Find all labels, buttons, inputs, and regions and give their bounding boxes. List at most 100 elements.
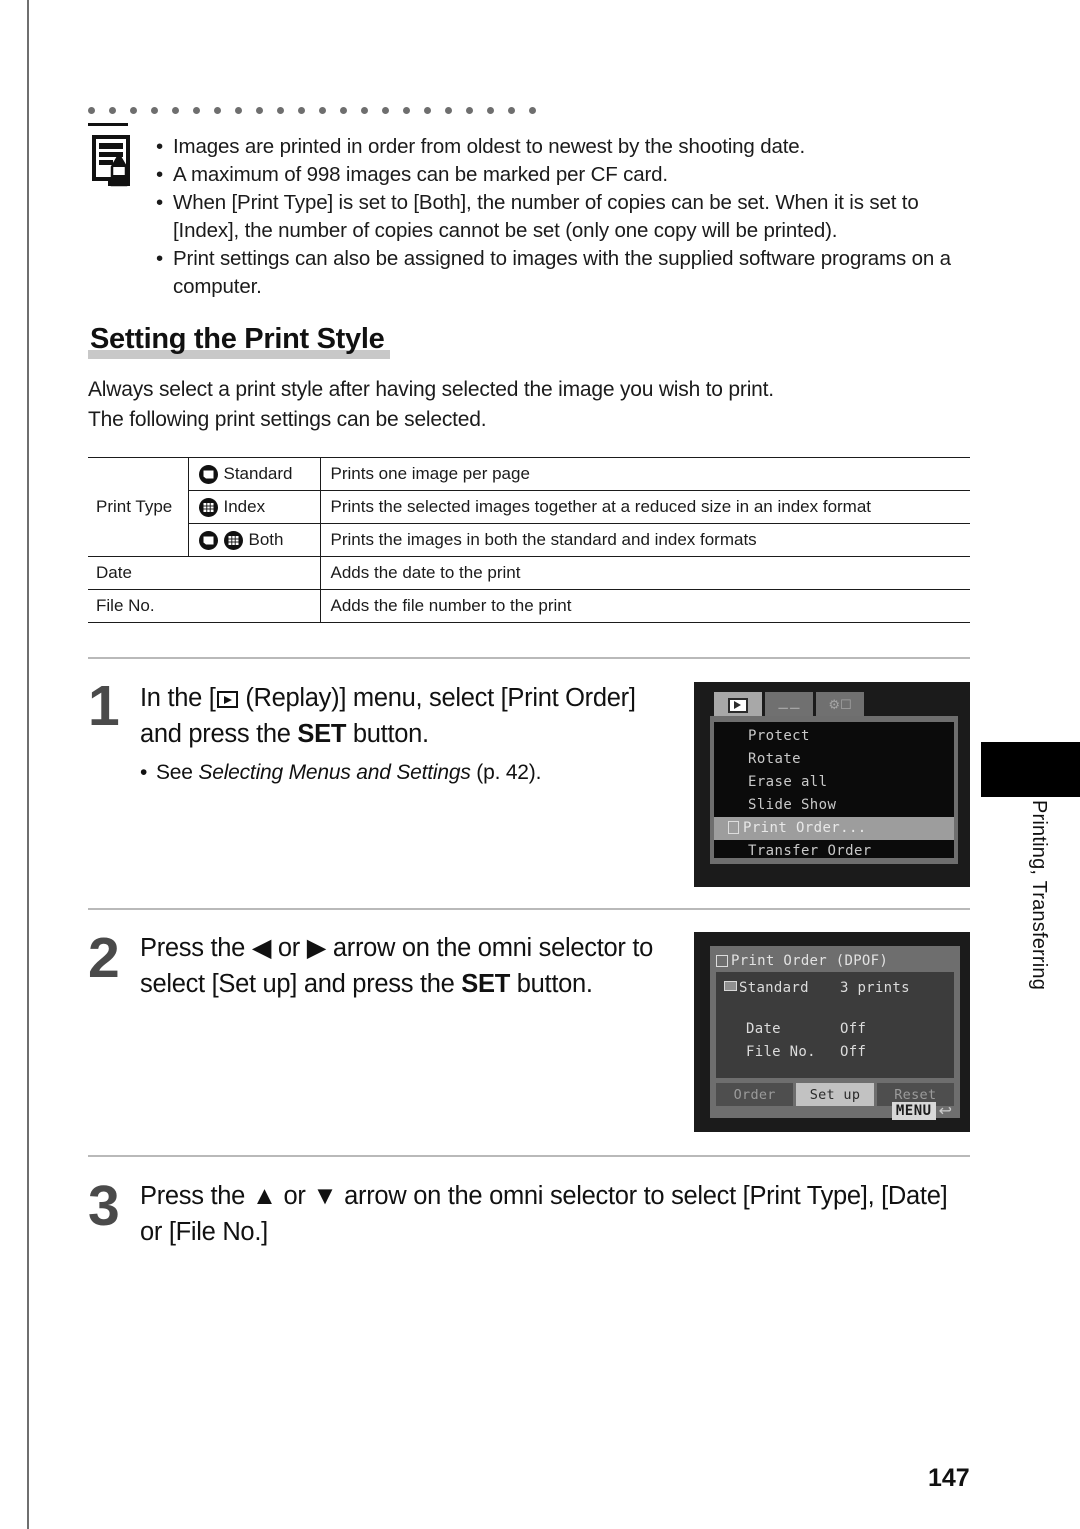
step2-text-d: button. bbox=[509, 970, 593, 998]
intro-line-1: Always select a print style after having… bbox=[88, 378, 774, 401]
dpof-spacer bbox=[720, 1000, 950, 1018]
description-cell: Adds the file number to the print bbox=[320, 589, 970, 623]
substep-page-ref: (p. 42). bbox=[470, 761, 542, 784]
menu-tab-tools[interactable]: ⚊⚊ bbox=[765, 692, 813, 718]
substep-see: See bbox=[156, 761, 199, 784]
dpof-body: Standard 3 prints Date Off File No. Off bbox=[716, 972, 954, 1078]
return-arrow-icon: ↩ bbox=[938, 1101, 952, 1120]
bullet-glyph: • bbox=[156, 191, 164, 214]
dpof-title-text: Print Order (DPOF) bbox=[731, 953, 889, 969]
step2-text-a: Press the bbox=[140, 934, 252, 962]
dpof-title: Print Order (DPOF) bbox=[716, 951, 954, 972]
description-cell: Prints the selected images together at a… bbox=[320, 490, 970, 524]
note-item-text: Print settings can also be assigned to i… bbox=[173, 247, 951, 298]
table-row: File No. Adds the file number to the pri… bbox=[88, 589, 970, 623]
table-row: Both Prints the images in both the stand… bbox=[88, 523, 970, 557]
option-cell-both: Both bbox=[188, 523, 321, 557]
lcd-print-order-screenshot: Print Order (DPOF) Standard 3 prints Dat… bbox=[694, 932, 970, 1132]
step1-text-before: In the [ bbox=[140, 684, 216, 712]
document-icon bbox=[728, 821, 739, 834]
standard-print-icon bbox=[198, 530, 218, 550]
intro-line-2: The following print settings can be sele… bbox=[88, 408, 487, 431]
dpof-key-label: Standard bbox=[739, 980, 809, 996]
step2-text-b: or bbox=[271, 934, 307, 962]
step3-text-b: or bbox=[276, 1182, 313, 1210]
print-type-label: Print Type bbox=[96, 497, 173, 516]
step-1-substep: • See Selecting Menus and Settings (p. 42… bbox=[140, 758, 660, 788]
step-1-instruction: In the [ (Replay)] menu, select [Print O… bbox=[140, 680, 660, 788]
menu-panel: Protect Rotate Erase all Slide Show Prin… bbox=[710, 716, 958, 864]
dpof-row-date[interactable]: Date Off bbox=[720, 1018, 950, 1041]
arrow-up-icon: ▲ bbox=[251, 1182, 277, 1210]
menu-tab-setup[interactable]: ⚙☐ bbox=[816, 692, 864, 718]
setup-icon: ⚙☐ bbox=[828, 697, 852, 713]
print-type-label-cell: Print Type bbox=[88, 457, 189, 557]
arrow-left-icon: ◀ bbox=[251, 934, 272, 962]
bullet-glyph: • bbox=[140, 761, 148, 784]
standard-print-icon bbox=[724, 981, 737, 991]
menu-button-chip[interactable]: MENU bbox=[891, 1102, 936, 1120]
set-button-label: SET bbox=[297, 720, 347, 748]
dpof-setup-button[interactable]: Set up bbox=[796, 1083, 874, 1106]
side-tab-marker bbox=[981, 742, 1080, 797]
set-button-label: SET bbox=[461, 970, 510, 998]
menu-item-erase-all[interactable]: Erase all bbox=[714, 771, 954, 794]
standard-print-icon bbox=[198, 464, 218, 484]
description-cell: Prints the images in both the standard a… bbox=[320, 523, 970, 557]
option-label: Both bbox=[248, 530, 284, 549]
note-item: • Print settings can also be assigned to… bbox=[153, 245, 975, 301]
dpof-panel: Print Order (DPOF) Standard 3 prints Dat… bbox=[710, 946, 960, 1118]
page-number: 147 bbox=[928, 1464, 970, 1492]
step1-text-end: button. bbox=[346, 720, 429, 748]
step3-text-a: Press the bbox=[140, 1182, 252, 1210]
left-edge-rule bbox=[27, 0, 29, 1529]
menu-item-rotate[interactable]: Rotate bbox=[714, 748, 954, 771]
menu-item-label: Print Order... bbox=[743, 820, 867, 836]
menu-item-transfer-order[interactable]: Transfer Order bbox=[714, 840, 954, 863]
description-cell: Prints one image per page bbox=[320, 457, 970, 491]
index-print-icon bbox=[223, 530, 243, 550]
index-print-icon bbox=[198, 497, 218, 517]
document-icon bbox=[716, 955, 728, 967]
dpof-order-button[interactable]: Order bbox=[716, 1083, 794, 1106]
menu-item-protect[interactable]: Protect bbox=[714, 725, 954, 748]
replay-icon bbox=[728, 697, 748, 713]
table-row: Print Type Standard Prints one image per… bbox=[88, 457, 970, 557]
note-item: • A maximum of 998 images can be marked … bbox=[153, 161, 975, 189]
page-title: Setting the Print Style bbox=[88, 323, 391, 359]
step-number-3: 3 bbox=[88, 1174, 120, 1238]
bullet-glyph: • bbox=[156, 247, 164, 270]
memo-pencil-icon bbox=[90, 133, 140, 189]
note-divider-tick bbox=[88, 123, 128, 126]
option-label: Index bbox=[223, 497, 266, 516]
menu-item-slide-show[interactable]: Slide Show bbox=[714, 794, 954, 817]
table-row: Date Adds the date to the print bbox=[88, 556, 970, 590]
section-divider bbox=[88, 1155, 970, 1157]
table-row: Index Prints the selected images togethe… bbox=[88, 490, 970, 524]
date-label-cell: Date bbox=[88, 556, 321, 590]
bullet-glyph: • bbox=[156, 135, 164, 158]
section-divider bbox=[88, 657, 970, 659]
menu-item-print-order[interactable]: Print Order... bbox=[714, 817, 954, 840]
description-cell: Adds the date to the print bbox=[320, 556, 970, 590]
menu-list: Protect Rotate Erase all Slide Show Prin… bbox=[714, 722, 954, 859]
replay-icon bbox=[216, 691, 238, 708]
substep-reference-title: Selecting Menus and Settings bbox=[198, 761, 471, 784]
step-3-instruction: Press the ▲ or ▼ arrow on the omni selec… bbox=[140, 1178, 970, 1250]
step-number-1: 1 bbox=[88, 674, 120, 738]
dpof-row-standard[interactable]: Standard 3 prints bbox=[720, 977, 950, 1000]
fileno-label-cell: File No. bbox=[88, 589, 321, 623]
side-tab-label: Printing, Transferring bbox=[1028, 800, 1050, 991]
dpof-key-label: File No. bbox=[746, 1044, 816, 1060]
step-number-2: 2 bbox=[88, 926, 120, 990]
arrow-down-icon: ▼ bbox=[312, 1182, 338, 1210]
dpof-value: Off bbox=[840, 1021, 867, 1037]
tools-icon: ⚊⚊ bbox=[777, 697, 801, 713]
menu-tab-replay[interactable] bbox=[714, 692, 762, 718]
note-item: • Images are printed in order from oldes… bbox=[153, 133, 975, 161]
dpof-row-file-no[interactable]: File No. Off bbox=[720, 1041, 950, 1064]
dpof-key: Standard bbox=[720, 977, 840, 1000]
note-list: • Images are printed in order from oldes… bbox=[153, 133, 975, 301]
note-item-text: Images are printed in order from oldest … bbox=[173, 135, 806, 158]
menu-tab-bar: ⚊⚊ ⚙☐ bbox=[714, 692, 864, 718]
